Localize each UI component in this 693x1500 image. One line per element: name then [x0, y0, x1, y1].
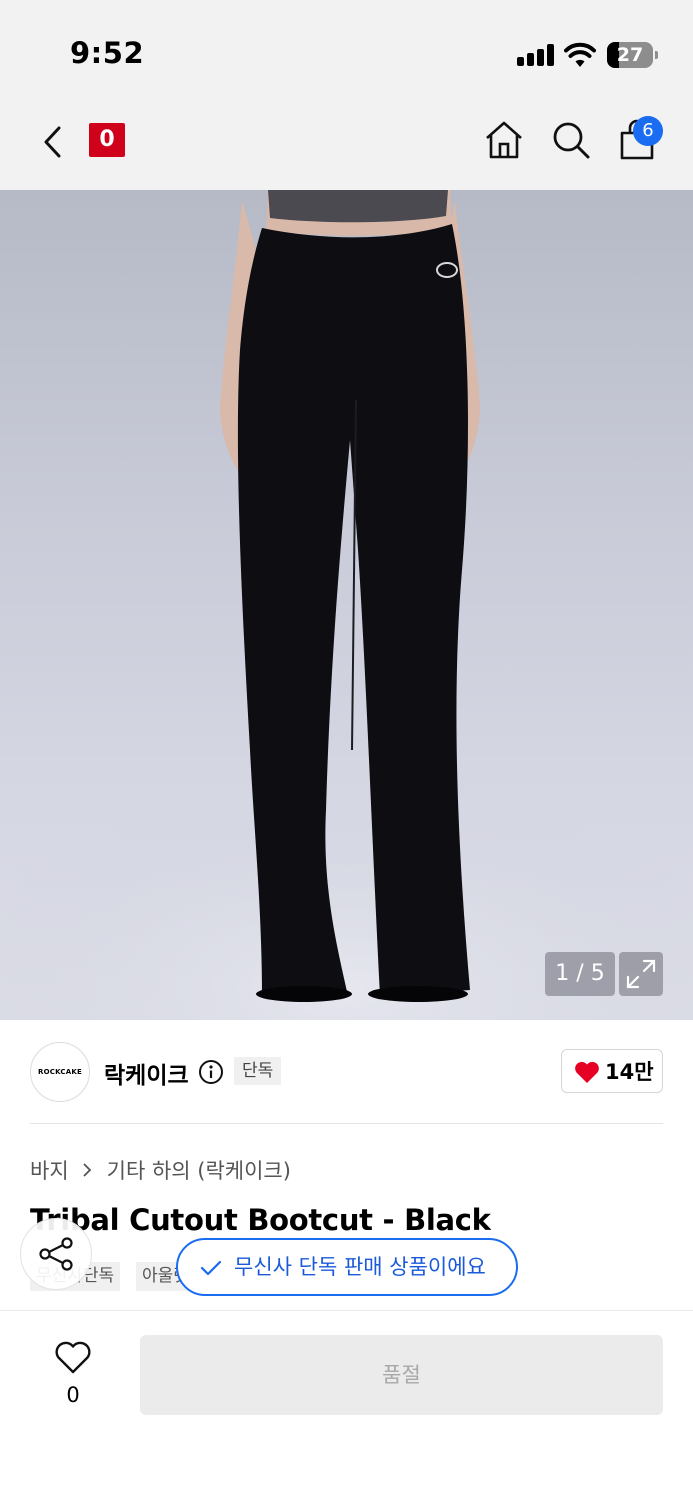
brand-name[interactable]: 락케이크 — [104, 1056, 189, 1090]
product-image[interactable] — [0, 190, 693, 1020]
heart-outline-icon — [55, 1341, 91, 1374]
heart-icon — [575, 1061, 599, 1083]
share-button[interactable] — [20, 1218, 92, 1290]
status-bar: 9:52 27 — [0, 0, 693, 96]
product-title: Tribal Cutout Bootcut - Black — [30, 1203, 491, 1237]
home-icon[interactable] — [484, 120, 524, 160]
info-icon[interactable] — [198, 1059, 224, 1085]
status-time: 9:52 — [70, 36, 145, 70]
expand-icon[interactable] — [619, 952, 663, 996]
breadcrumb-subcategory[interactable]: 기타 하의 (락케이크) — [107, 1155, 291, 1185]
cart-count-badge: 6 — [633, 116, 663, 146]
chevron-right-icon — [83, 1163, 91, 1177]
product-photo — [0, 190, 693, 1020]
battery-icon: 27 — [607, 42, 658, 68]
top-nav: 0 — [0, 96, 693, 190]
toast-text: 무신사 단독 판매 상품이에요 — [234, 1255, 486, 1279]
divider — [30, 1123, 663, 1124]
wishlist-count: 0 — [66, 1383, 80, 1407]
share-icon — [39, 1237, 73, 1271]
wifi-icon — [564, 42, 596, 67]
breadcrumb: 바지 기타 하의 (락케이크) — [30, 1154, 291, 1186]
sold-out-button[interactable]: 품절 — [140, 1335, 663, 1415]
image-counter: 1 / 5 — [545, 952, 615, 996]
back-icon[interactable] — [36, 120, 70, 164]
wishlist-button[interactable]: 0 — [50, 1335, 96, 1415]
brand-like-button[interactable]: 14만 — [561, 1049, 663, 1093]
musinsa-logo[interactable]: 0 — [89, 123, 125, 157]
breadcrumb-category[interactable]: 바지 — [30, 1155, 69, 1185]
exclusive-toast: 무신사 단독 판매 상품이에요 — [176, 1238, 518, 1296]
brand-like-count: 14만 — [605, 1060, 654, 1084]
cellular-signal-icon — [517, 44, 555, 66]
brand-avatar[interactable]: ROCKCAKE — [30, 1042, 90, 1102]
exclusive-badge: 단독 — [234, 1057, 282, 1085]
brand-row: ROCKCAKE 락케이크 단독 14만 — [0, 1020, 693, 1124]
check-icon — [200, 1260, 222, 1276]
bottom-action-bar: 0 품절 — [0, 1310, 693, 1500]
battery-level: 27 — [616, 44, 644, 66]
search-icon[interactable] — [551, 120, 591, 160]
